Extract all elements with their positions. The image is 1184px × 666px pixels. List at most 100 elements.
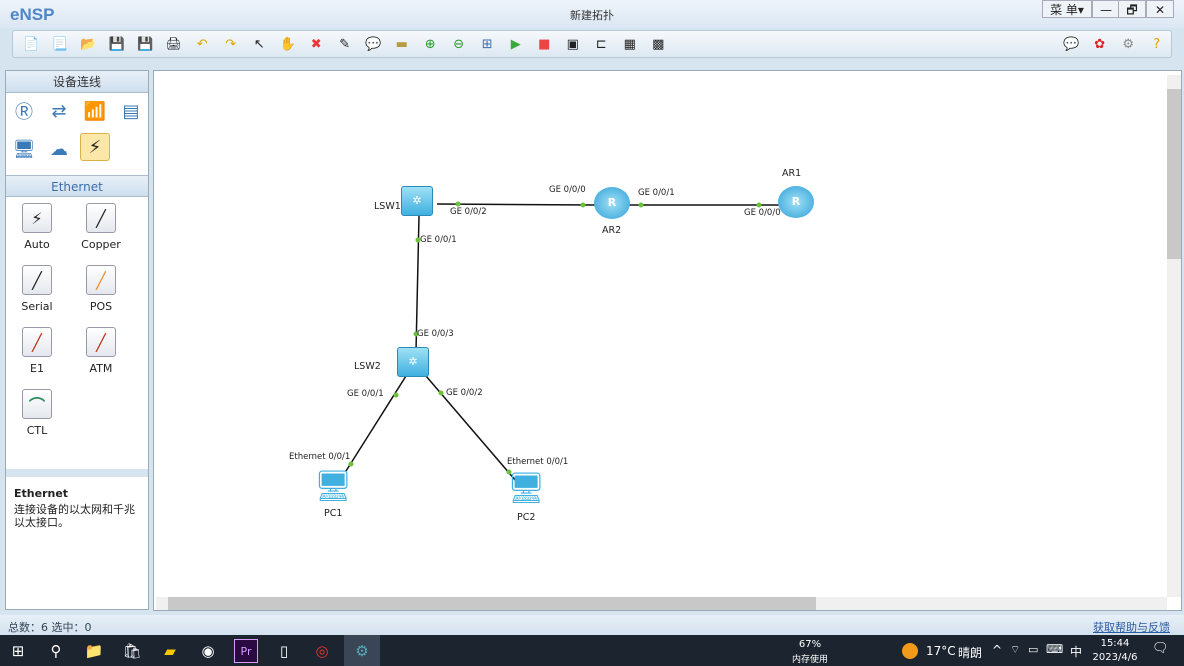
copper-cable-icon: ╱ xyxy=(86,203,116,233)
restore-button[interactable]: 🗗 xyxy=(1118,0,1146,18)
fit-icon[interactable]: ⊞ xyxy=(473,33,502,55)
port-dot xyxy=(638,202,644,208)
vertical-scrollbar[interactable] xyxy=(1167,75,1181,597)
router-category-icon[interactable]: Ⓡ xyxy=(9,97,39,125)
cable-e1[interactable]: ╱ E1 xyxy=(7,327,67,375)
help-feedback-link[interactable]: 获取帮助与反馈 xyxy=(1093,619,1170,635)
topology-links xyxy=(345,201,780,482)
cable-serial[interactable]: ╱ Serial xyxy=(7,265,67,313)
node-label-lsw2: LSW2 xyxy=(354,361,381,372)
port-label: GE 0/0/3 xyxy=(417,329,454,339)
close-button[interactable]: ✕ xyxy=(1146,0,1174,18)
settings-icon[interactable]: ⚙ xyxy=(1114,33,1143,55)
redo-icon[interactable]: ↷ xyxy=(217,33,246,55)
clock-time[interactable]: 15:44 xyxy=(1092,638,1138,649)
console-icon[interactable]: ▩ xyxy=(644,33,673,55)
cables-header: Ethernet xyxy=(6,175,148,197)
status-bar: 总数：6 选中：0 获取帮助与反馈 xyxy=(0,615,1184,635)
auto-cable-icon: ⚡ xyxy=(22,203,52,233)
menu-button[interactable]: 菜 单▾ xyxy=(1042,0,1092,18)
delete-link-icon[interactable]: ✎ xyxy=(331,33,360,55)
port-label: GE 0/0/2 xyxy=(450,207,487,217)
divider xyxy=(6,469,148,477)
port-dot xyxy=(393,392,399,398)
huawei-icon[interactable]: ✿ xyxy=(1086,33,1115,55)
notification-icon[interactable]: 🗨 xyxy=(1152,641,1169,656)
firewall-category-icon[interactable]: ▤ xyxy=(116,97,146,125)
cable-ctl[interactable]: ⌒ CTL xyxy=(7,389,67,437)
weather-sun-icon[interactable] xyxy=(902,643,918,659)
zoom-in-icon[interactable]: ⊕ xyxy=(416,33,445,55)
pc1-icon[interactable]: 🖥 xyxy=(314,469,352,505)
file-explorer-icon[interactable]: 📁 xyxy=(82,639,106,663)
select-icon[interactable]: ↖ xyxy=(245,33,274,55)
palette-icon[interactable]: ▬ xyxy=(388,33,417,55)
new-example-icon[interactable]: 📃 xyxy=(46,33,75,55)
pan-hand-icon[interactable]: ✋ xyxy=(274,33,303,55)
cable-pos[interactable]: ╱ POS xyxy=(71,265,131,313)
port-label: GE 0/0/1 xyxy=(420,235,457,245)
cable-atm[interactable]: ╱ ATM xyxy=(71,327,131,375)
node-label-pc2: PC2 xyxy=(517,512,536,523)
help-icon[interactable]: ? xyxy=(1143,33,1172,55)
premiere-icon[interactable]: Pr xyxy=(234,639,258,663)
windows-start-icon[interactable]: ⊞ xyxy=(6,639,30,663)
tray-chevron-icon[interactable]: ^ xyxy=(992,643,1002,657)
save-as-icon[interactable]: 💾 xyxy=(131,33,160,55)
switch-category-icon[interactable]: ⇄ xyxy=(44,97,74,125)
e1-cable-icon: ╱ xyxy=(22,327,52,357)
cloud-category-icon[interactable]: ☁ xyxy=(44,135,74,163)
search-icon[interactable]: ⚲ xyxy=(44,639,68,663)
chrome-icon[interactable]: ◎ xyxy=(310,639,334,663)
clock-date[interactable]: 2023/4/6 xyxy=(1090,652,1140,663)
document-icon[interactable]: ▯ xyxy=(272,639,296,663)
node-label-lsw1: LSW1 xyxy=(374,201,401,212)
router-ar1-icon[interactable]: R xyxy=(778,186,814,218)
topology-icon[interactable]: ⊏ xyxy=(587,33,616,55)
router-ar2-icon[interactable]: R xyxy=(594,187,630,219)
port-label: GE 0/0/1 xyxy=(347,389,384,399)
horizontal-scrollbar[interactable] xyxy=(156,597,1167,610)
zoom-out-icon[interactable]: ⊖ xyxy=(445,33,474,55)
device-panel: 设备连线 Ⓡ ⇄ 📶 ▤ 🖥 ☁ ⚡ Ethernet ⚡ Auto ╱ Coppe… xyxy=(5,70,149,610)
node-label-ar2: AR2 xyxy=(602,225,622,236)
toolbar: 📄 📃 📂 💾 💾 🖨 ↶ ↷ ↖ ✋ ✖ ✎ 💬 ▬ ⊕ ⊖ ⊞ ▶ ■ ▣ … xyxy=(12,30,1172,58)
temperature[interactable]: 17°C xyxy=(926,644,956,658)
capture-icon[interactable]: ▣ xyxy=(559,33,588,55)
grid-icon[interactable]: ▦ xyxy=(616,33,645,55)
delete-icon[interactable]: ✖ xyxy=(302,33,331,55)
keyboard-icon[interactable]: ⌨ xyxy=(1046,642,1063,656)
wireless-category-icon[interactable]: 📶 xyxy=(80,97,110,125)
pc-category-icon[interactable]: 🖥 xyxy=(9,135,39,163)
new-topology-icon[interactable]: 📄 xyxy=(17,33,46,55)
undo-icon[interactable]: ↶ xyxy=(188,33,217,55)
store-icon[interactable]: 🛍 xyxy=(120,639,144,663)
camera-icon[interactable]: ◉ xyxy=(196,639,220,663)
cable-copper[interactable]: ╱ Copper xyxy=(71,203,131,251)
port-label: GE 0/0/0 xyxy=(549,185,586,195)
ime-indicator[interactable]: 中 xyxy=(1070,643,1082,660)
description-text: 连接设备的以太网和千兆以太接口。 xyxy=(14,503,135,529)
switch-lsw2-icon[interactable]: ✲ xyxy=(397,347,429,377)
wifi-icon[interactable]: ⌔ xyxy=(1010,643,1020,657)
weather-text[interactable]: 晴朗 xyxy=(958,644,982,661)
connection-category-icon[interactable]: ⚡ xyxy=(80,133,110,161)
start-icon[interactable]: ▶ xyxy=(502,33,531,55)
feedback-icon[interactable]: 💬 xyxy=(1057,33,1086,55)
save-icon[interactable]: 💾 xyxy=(103,33,132,55)
sticky-notes-icon[interactable]: ▰ xyxy=(158,639,182,663)
ensp-taskbar-icon[interactable]: ⚙ xyxy=(344,635,380,666)
cable-auto[interactable]: ⚡ Auto xyxy=(7,203,67,251)
text-note-icon[interactable]: 💬 xyxy=(359,33,388,55)
stop-icon[interactable]: ■ xyxy=(530,33,559,55)
topology-canvas[interactable]: ✲ LSW1 R AR2 R AR1 ✲ LSW2 🖥 PC1 🖥 PC2 GE… xyxy=(153,70,1182,611)
title-bar: eNSP 新建拓扑 菜 单▾ — 🗗 ✕ xyxy=(0,0,1184,28)
battery-icon[interactable]: ▭ xyxy=(1028,643,1038,656)
minimize-button[interactable]: — xyxy=(1092,0,1120,18)
pc2-icon[interactable]: 🖥 xyxy=(507,471,545,507)
port-dot xyxy=(756,202,762,208)
port-label: Ethernet 0/0/1 xyxy=(289,452,351,462)
switch-lsw1-icon[interactable]: ✲ xyxy=(401,186,433,216)
print-icon[interactable]: 🖨 xyxy=(160,33,189,55)
open-icon[interactable]: 📂 xyxy=(74,33,103,55)
